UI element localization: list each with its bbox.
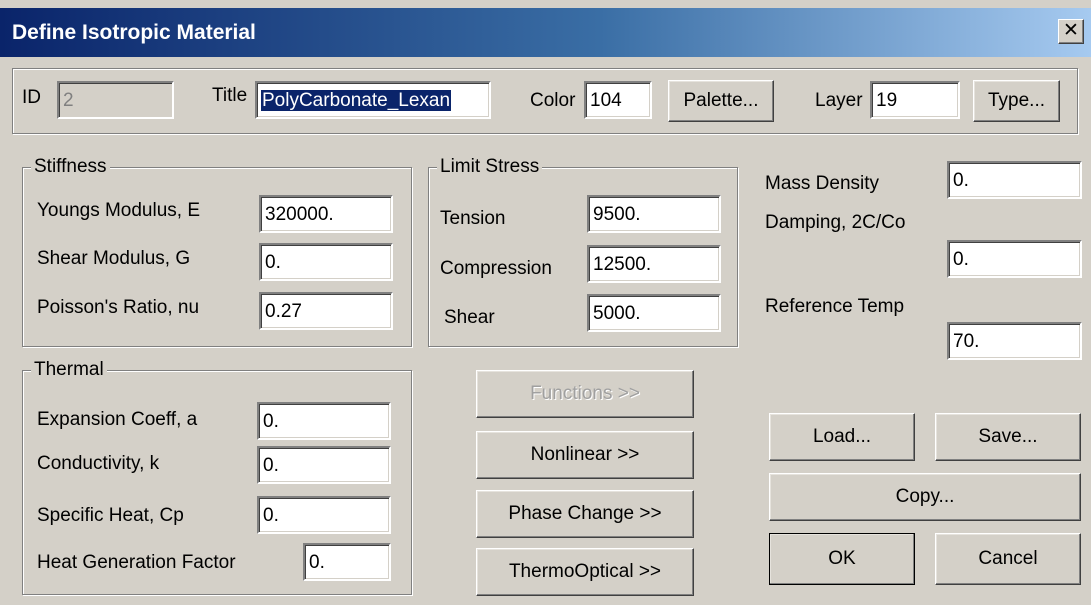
- mass-density-field[interactable]: 0.: [947, 161, 1082, 199]
- reference-temp-label: Reference Temp: [765, 296, 905, 317]
- youngs-modulus-field[interactable]: 320000.: [259, 195, 393, 233]
- shear-modulus-field[interactable]: 0.: [259, 243, 393, 281]
- color-field[interactable]: 104: [584, 81, 652, 119]
- color-label: Color: [530, 90, 576, 111]
- reference-temp-field[interactable]: 70.: [947, 322, 1082, 360]
- shear-modulus-label: Shear Modulus, G: [37, 248, 191, 269]
- specific-heat-label: Specific Heat, Cp: [37, 505, 184, 526]
- expansion-coeff-label: Expansion Coeff, a: [37, 409, 198, 430]
- poissons-ratio-label: Poisson's Ratio, nu: [37, 297, 200, 318]
- type-button[interactable]: Type...: [973, 80, 1060, 122]
- title-field-selected-text: PolyCarbonate_Lexan: [261, 90, 452, 111]
- nonlinear-button[interactable]: Nonlinear >>: [476, 431, 694, 479]
- layer-field[interactable]: 19: [870, 81, 960, 119]
- damping-label: Damping, 2C/Co: [765, 212, 906, 233]
- phase-change-button[interactable]: Phase Change >>: [476, 490, 694, 538]
- id-label: ID: [22, 87, 41, 108]
- ok-button[interactable]: OK: [769, 533, 915, 585]
- cancel-button[interactable]: Cancel: [935, 533, 1081, 585]
- tension-field[interactable]: 9500.: [587, 195, 721, 233]
- functions-button: Functions >>: [476, 370, 694, 418]
- damping-field[interactable]: 0.: [947, 240, 1082, 278]
- stiffness-legend: Stiffness: [31, 154, 110, 180]
- specific-heat-field[interactable]: 0.: [257, 496, 391, 534]
- tension-label: Tension: [440, 208, 506, 229]
- compression-label: Compression: [440, 258, 552, 279]
- limit-stress-legend: Limit Stress: [437, 154, 543, 180]
- save-button[interactable]: Save...: [935, 413, 1081, 461]
- heat-generation-field[interactable]: 0.: [303, 543, 391, 581]
- shear-stress-field[interactable]: 5000.: [587, 294, 721, 332]
- conductivity-field[interactable]: 0.: [257, 446, 391, 484]
- shear-stress-label: Shear: [444, 307, 495, 328]
- close-button[interactable]: ✕: [1058, 19, 1084, 44]
- compression-field[interactable]: 12500.: [587, 245, 721, 283]
- thermal-legend: Thermal: [31, 357, 107, 383]
- poissons-ratio-field[interactable]: 0.27: [259, 292, 393, 330]
- thermo-optical-button[interactable]: ThermoOptical >>: [476, 548, 694, 596]
- layer-label: Layer: [815, 90, 863, 111]
- expansion-coeff-field[interactable]: 0.: [257, 402, 391, 440]
- window-title: Define Isotropic Material: [12, 21, 256, 44]
- title-label: Title: [212, 85, 248, 106]
- conductivity-label: Conductivity, k: [37, 453, 160, 474]
- title-bar: Define Isotropic Material ✕: [0, 8, 1091, 57]
- load-button[interactable]: Load...: [769, 413, 915, 461]
- mass-density-label: Mass Density: [765, 173, 880, 194]
- palette-button[interactable]: Palette...: [668, 80, 774, 122]
- heat-generation-label: Heat Generation Factor: [37, 552, 236, 573]
- title-field[interactable]: PolyCarbonate_Lexan: [255, 81, 491, 119]
- close-icon: ✕: [1063, 20, 1079, 41]
- youngs-modulus-label: Youngs Modulus, E: [37, 200, 201, 221]
- id-field: 2: [57, 81, 174, 119]
- copy-button[interactable]: Copy...: [769, 473, 1081, 521]
